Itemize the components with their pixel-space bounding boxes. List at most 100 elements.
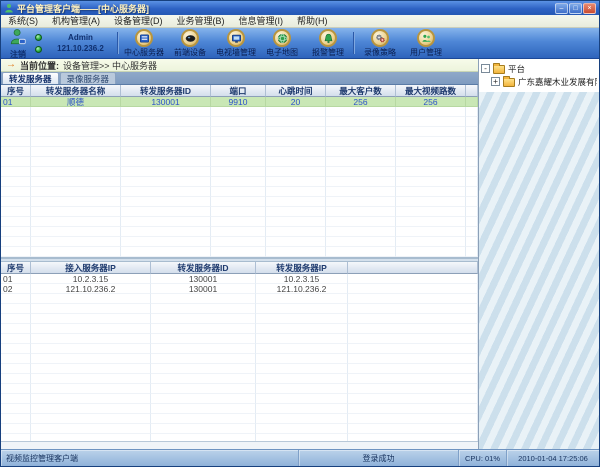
- table-row[interactable]: [1, 314, 478, 324]
- table-cell: [396, 237, 466, 247]
- table-row[interactable]: [1, 207, 478, 217]
- table-cell-filler: [348, 334, 478, 344]
- table-cell: [121, 137, 211, 147]
- table-cell: 10.2.3.15: [31, 274, 151, 284]
- logout-button[interactable]: 注销: [5, 28, 31, 59]
- tree-node-label: 平台: [508, 63, 525, 75]
- table-row[interactable]: [1, 147, 478, 157]
- tab-1[interactable]: 转发服务器: [2, 72, 59, 84]
- toolbar-separator: [353, 32, 355, 54]
- table-row[interactable]: [1, 434, 478, 441]
- toolbar-button-user-manage[interactable]: 用户管理: [403, 29, 449, 57]
- table-cell: 121.10.236.2: [256, 284, 348, 294]
- horizontal-scrollbar[interactable]: [1, 441, 478, 449]
- table-cell: [121, 187, 211, 197]
- menu-bar: 系统(S)机构管理(A)设备管理(D)业务管理(B)信息管理(I)帮助(H): [1, 15, 599, 28]
- table-cell: [396, 247, 466, 257]
- tree-node-company[interactable]: + 广东嘉耀木业发展有限公司: [491, 75, 597, 88]
- minimize-button[interactable]: –: [555, 3, 568, 14]
- toolbar-button-alarm[interactable]: 报警管理: [305, 29, 351, 57]
- table-cell-filler: [348, 314, 478, 324]
- table-row[interactable]: [1, 354, 478, 364]
- menu-item-5[interactable]: 信息管理(I): [232, 15, 291, 28]
- table-row[interactable]: [1, 237, 478, 247]
- table-row[interactable]: 01顺德130001991020256256: [1, 97, 478, 107]
- toolbar-button-front-device[interactable]: 前端设备: [167, 29, 213, 57]
- table-cell-filler: [466, 197, 478, 207]
- table-row[interactable]: [1, 197, 478, 207]
- table-row[interactable]: [1, 384, 478, 394]
- table-cell: [121, 107, 211, 117]
- table-row[interactable]: [1, 157, 478, 167]
- table-row[interactable]: [1, 324, 478, 334]
- table-cell: [1, 414, 31, 424]
- tab-2[interactable]: 录像服务器: [60, 72, 117, 84]
- table-row[interactable]: [1, 334, 478, 344]
- tree-node-label: 广东嘉耀木业发展有限公司: [518, 76, 597, 88]
- table-row[interactable]: [1, 294, 478, 304]
- table-row[interactable]: [1, 404, 478, 414]
- column-header-filler: [466, 85, 478, 97]
- table-cell: [121, 257, 211, 258]
- menu-item-6[interactable]: 帮助(H): [290, 15, 335, 28]
- table-cell-filler: [348, 274, 478, 284]
- table-row[interactable]: [1, 217, 478, 227]
- collapse-icon[interactable]: -: [481, 64, 490, 73]
- table-cell: [31, 167, 121, 177]
- table-cell: [256, 424, 348, 434]
- table-cell-filler: [466, 187, 478, 197]
- table-row[interactable]: [1, 257, 478, 258]
- toolbar-button-record-policy[interactable]: 录像策略: [357, 29, 403, 57]
- table-row[interactable]: 02121.10.236.2130001121.10.236.2: [1, 284, 478, 294]
- table-cell: [396, 157, 466, 167]
- menu-item-4[interactable]: 业务管理(B): [170, 15, 232, 28]
- table-cell: [151, 414, 256, 424]
- table-cell: [211, 207, 266, 217]
- logout-person-icon: [9, 28, 27, 51]
- table-row[interactable]: [1, 107, 478, 117]
- table-row[interactable]: [1, 344, 478, 354]
- table-row[interactable]: 0110.2.3.1513000110.2.3.15: [1, 274, 478, 284]
- toolbar: 注销 Admin 121.10.236.2 中心服务器前端设备电视墙管理电子地图…: [1, 28, 599, 59]
- table-cell: [326, 207, 396, 217]
- table-row[interactable]: [1, 414, 478, 424]
- table-row[interactable]: [1, 177, 478, 187]
- table-cell: [31, 197, 121, 207]
- table-row[interactable]: [1, 117, 478, 127]
- table-row[interactable]: [1, 374, 478, 384]
- table-cell: [151, 364, 256, 374]
- tree-node-platform[interactable]: - 平台: [481, 62, 597, 75]
- content-area: → 当前位置: 设备管理>> 中心服务器 转发服务器录像服务器 序号转发服务器名…: [1, 59, 599, 449]
- table-row[interactable]: [1, 127, 478, 137]
- table-row[interactable]: [1, 364, 478, 374]
- menu-item-2[interactable]: 机构管理(A): [45, 15, 107, 28]
- table-row[interactable]: [1, 304, 478, 314]
- expand-icon[interactable]: +: [491, 77, 500, 86]
- table-row[interactable]: [1, 247, 478, 257]
- table-cell: [211, 217, 266, 227]
- table-cell: [31, 247, 121, 257]
- table-cell: [1, 394, 31, 404]
- table-cell: [1, 217, 31, 227]
- table-row[interactable]: [1, 227, 478, 237]
- table-row[interactable]: [1, 137, 478, 147]
- led-connection-icon: [35, 46, 42, 53]
- maximize-button[interactable]: □: [569, 3, 582, 14]
- menu-item-3[interactable]: 设备管理(D): [107, 15, 170, 28]
- table-row[interactable]: [1, 424, 478, 434]
- table-row[interactable]: [1, 167, 478, 177]
- table-cell: [31, 404, 151, 414]
- toolbar-button-e-map[interactable]: 电子地图: [259, 29, 305, 57]
- table-cell: 01: [1, 97, 31, 107]
- table-cell: [396, 207, 466, 217]
- toolbar-button-center-server[interactable]: 中心服务器: [121, 29, 167, 57]
- table-row[interactable]: [1, 187, 478, 197]
- toolbar-button-tv-wall[interactable]: 电视墙管理: [213, 29, 259, 57]
- table-cell: [31, 107, 121, 117]
- login-panel: 注销 Admin 121.10.236.2: [3, 29, 115, 57]
- close-button[interactable]: ×: [583, 3, 596, 14]
- table-cell: 02: [1, 284, 31, 294]
- table-row[interactable]: [1, 394, 478, 404]
- menu-item-1[interactable]: 系统(S): [1, 15, 45, 28]
- toolbar-button-label: 中心服务器: [124, 48, 164, 57]
